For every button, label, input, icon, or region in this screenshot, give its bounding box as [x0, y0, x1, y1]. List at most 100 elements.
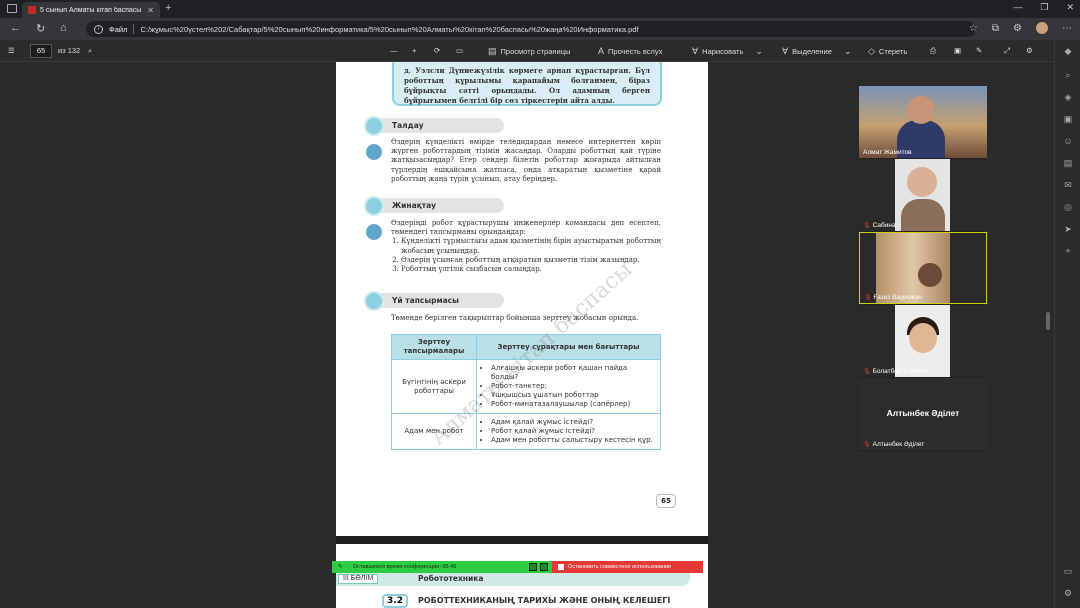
- participant-name: Болатбек Томирис: [872, 368, 929, 375]
- table-bullet: Робот-минатазалаушылар (сапёрлер): [491, 400, 656, 409]
- zoom-out-icon[interactable]: —: [390, 46, 398, 55]
- part-title: Робототехника: [418, 574, 484, 583]
- tag-icon[interactable]: ◈: [1063, 92, 1073, 102]
- summary-intro: Өздеріңді робот құрастырушы инженерлер к…: [391, 219, 661, 237]
- total-pages: из 132: [58, 46, 81, 55]
- stop-share-button[interactable]: Остановить совместное использование: [552, 561, 703, 573]
- more-menu-icon[interactable]: ⋯: [1062, 23, 1072, 34]
- pdf-next-page: III БӨЛІМ Робототехника 3.2 РОБОТТЕХНИКА…: [336, 544, 708, 608]
- page-number-input[interactable]: 65: [30, 44, 52, 58]
- back-icon[interactable]: ←: [10, 22, 21, 34]
- fit-page-icon[interactable]: ▭: [456, 46, 463, 55]
- collapse-icon[interactable]: [540, 563, 548, 571]
- mic-muted-icon: 🎙: [864, 295, 872, 301]
- house-icon: [364, 291, 384, 311]
- viewer-background-left: [0, 62, 336, 608]
- callout-box: д. Уэлсли Дүниежүзілік көрмеге арнап құр…: [392, 62, 662, 106]
- split-screen-icon[interactable]: ▭: [1063, 566, 1073, 576]
- magnifier-icon: [364, 116, 384, 136]
- window-menu-icon[interactable]: [7, 4, 17, 13]
- games-icon[interactable]: ◎: [1063, 202, 1073, 212]
- draw-button[interactable]: ∀ Нарисовать ⌄: [692, 46, 763, 57]
- favorite-star-icon[interactable]: ☆: [969, 23, 978, 34]
- section-title-homework: Үй тапсырмасы: [378, 293, 504, 308]
- briefcase-icon[interactable]: ▣: [1063, 114, 1073, 124]
- page-number: 65: [656, 494, 676, 508]
- pdf-page: д. Уэлсли Дүниежүзілік көрмеге арнап құр…: [336, 62, 708, 536]
- table-header-cell: Зерттеу тапсырмалары: [391, 334, 477, 360]
- profile-avatar[interactable]: [1036, 22, 1048, 34]
- chevron-down-icon: ⌄: [843, 46, 852, 56]
- chevron-down-icon: ⌄: [755, 46, 763, 56]
- video-tile[interactable]: Алмат Жамитов: [859, 86, 987, 158]
- search-icon[interactable]: ⌕: [1063, 70, 1073, 80]
- page-view-icon: ▤: [488, 46, 497, 56]
- browser-actions: ☆ ⧉ ⚙ ⋯: [969, 22, 1072, 34]
- read-aloud-button[interactable]: A Прочесть вслух: [598, 46, 662, 56]
- section-header-summary: Жинақтау: [364, 196, 504, 216]
- video-tile-no-camera[interactable]: Алтынбек Әділет 🎙 Алтынбек Әділет: [859, 378, 987, 450]
- extensions-icon[interactable]: ⚙: [1013, 23, 1022, 34]
- zoom-in-icon[interactable]: +: [412, 46, 416, 55]
- url-scheme-label: Файл: [109, 24, 128, 34]
- participant-video: [895, 159, 950, 231]
- erase-button[interactable]: ◇ Стереть: [868, 46, 907, 57]
- window-controls: — ❐ ✕: [1013, 2, 1074, 13]
- contents-icon[interactable]: ☰: [8, 46, 15, 55]
- erase-label: Стереть: [878, 47, 908, 56]
- add-icon[interactable]: +: [1063, 246, 1073, 256]
- draw-label: Нарисовать: [702, 47, 744, 56]
- pin-icon[interactable]: ✎: [338, 564, 343, 570]
- info-icon[interactable]: i: [94, 24, 103, 34]
- url-text: C:/жұмыс%20үстел%202/Сабақтар/5%20сынып%…: [140, 24, 639, 34]
- read-aloud-label: Прочесть вслух: [608, 46, 663, 56]
- send-icon[interactable]: ➤: [1063, 224, 1073, 234]
- video-tile[interactable]: 🎙 Сабина: [859, 159, 987, 231]
- part-label: III БӨЛІМ: [338, 574, 379, 584]
- stop-share-label: Остановить совместное использование: [568, 564, 672, 570]
- page-view-button[interactable]: ▤ Просмотр страницы: [488, 46, 570, 57]
- office-icon[interactable]: ▤: [1063, 158, 1073, 168]
- browser-tab[interactable]: 5 сынып Алматы кітап баспасы ✕: [22, 2, 160, 18]
- fullscreen-icon[interactable]: ⤢: [1004, 46, 1010, 56]
- shield-icon[interactable]: [529, 563, 537, 571]
- scrollbar-thumb[interactable]: [1046, 312, 1050, 330]
- participant-name: Алтынбек Әділет: [872, 441, 925, 448]
- video-tile[interactable]: 🎙 Болатбек Томирис: [859, 305, 987, 377]
- video-tile-active-speaker[interactable]: 🎙 Ғазиз Ваурожан: [859, 232, 987, 304]
- pdf-toolbar: ☰ 65 из 132 ⌕ — + ⟳ ▭ ▤ Просмотр страниц…: [0, 40, 1080, 62]
- print-icon[interactable]: ⎙: [930, 46, 936, 56]
- section-title-analysis: Талдау: [378, 118, 504, 133]
- minimize-icon[interactable]: —: [1013, 2, 1022, 13]
- close-tab-icon[interactable]: ✕: [147, 6, 154, 15]
- home-icon[interactable]: ⌂: [60, 22, 67, 34]
- copilot-icon[interactable]: ◆: [1063, 46, 1073, 56]
- people-icon[interactable]: ☺: [1063, 136, 1073, 146]
- close-window-icon[interactable]: ✕: [1066, 2, 1074, 13]
- page-view-label: Просмотр страницы: [500, 47, 571, 56]
- save-icon[interactable]: ▣: [954, 46, 961, 55]
- reload-icon[interactable]: ↻: [36, 22, 45, 35]
- group-icon: [366, 144, 382, 160]
- save-as-icon[interactable]: ✎: [976, 46, 982, 55]
- search-icon[interactable]: ⌕: [88, 46, 92, 56]
- outlook-icon[interactable]: ✉: [1063, 180, 1073, 190]
- group-icon: [366, 224, 382, 240]
- maximize-icon[interactable]: ❐: [1040, 2, 1048, 13]
- puzzle-icon: [364, 196, 384, 216]
- summary-item: Күнделікті тұрмыстағы адам қызметінің бі…: [401, 237, 661, 255]
- read-aloud-icon: A: [598, 46, 605, 56]
- url-field[interactable]: i Файл C:/жұмыс%20үстел%202/Сабақтар/5%2…: [86, 21, 976, 37]
- highlight-button[interactable]: ∀ Выделение ⌄: [782, 46, 851, 57]
- section-title-summary: Жинақтау: [378, 198, 504, 213]
- participant-video: [859, 86, 987, 158]
- pdf-scrollbar[interactable]: [1044, 62, 1052, 608]
- sidebar-settings-icon[interactable]: ⚙: [1063, 588, 1073, 598]
- table-header-cell: Зерттеу сұрақтары мен бағыттары: [476, 334, 661, 360]
- new-tab-button[interactable]: +: [165, 2, 171, 14]
- table-bullet: Ұшқышсыз ұшатын роботтар: [491, 391, 656, 400]
- rotate-icon[interactable]: ⟳: [434, 46, 440, 55]
- collections-icon[interactable]: ⧉: [992, 23, 999, 34]
- pdf-favicon-icon: [28, 6, 36, 14]
- settings-gear-icon[interactable]: ⚙: [1026, 46, 1033, 55]
